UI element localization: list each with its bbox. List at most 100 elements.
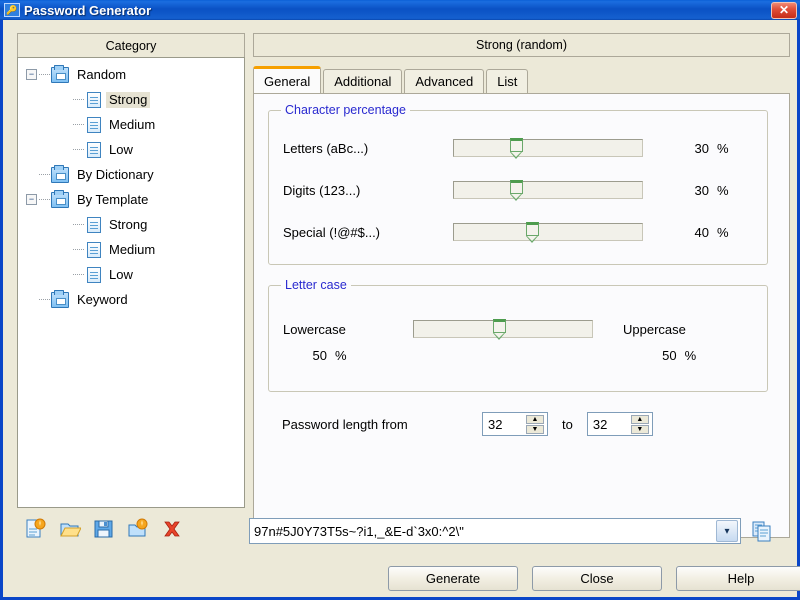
letters-slider-track[interactable] xyxy=(453,139,643,157)
profile-title: Strong (random) xyxy=(253,33,790,57)
tree-connector xyxy=(39,199,51,200)
letter-case-values-row: 50 % 50 % xyxy=(283,348,753,363)
digits-unit: % xyxy=(717,182,729,198)
digits-label: Digits (123...) xyxy=(283,182,361,198)
letter-case-slider[interactable] xyxy=(413,319,593,341)
special-slider-track[interactable] xyxy=(453,223,643,241)
letter-case-title: Letter case xyxy=(281,278,351,292)
to-stepper-up[interactable]: ▲ xyxy=(630,415,649,424)
password-generator-window: 🔑 Password Generator ✕ Category − Random S… xyxy=(0,0,800,600)
category-toolbar xyxy=(25,518,183,540)
uppercase-value: 50 xyxy=(662,348,677,363)
letters-slider[interactable] xyxy=(453,138,643,160)
special-slider[interactable] xyxy=(453,222,643,244)
special-row: Special (!@#$...) 40 % xyxy=(283,222,753,244)
tree-expander-icon[interactable]: − xyxy=(26,69,37,80)
from-stepper-buttons[interactable]: ▲ ▼ xyxy=(526,415,544,434)
generated-password-combobox[interactable]: 97n#5J0Y73T5s~?i1,_&E-d`3x0:^2\" ▾ xyxy=(249,518,741,544)
from-stepper-up[interactable]: ▲ xyxy=(526,415,544,424)
letters-slider-thumb[interactable] xyxy=(510,138,523,160)
delete-icon[interactable] xyxy=(161,518,183,540)
tree-item-label: Medium xyxy=(109,116,156,132)
tree-item-label: Low xyxy=(109,266,133,282)
generate-button[interactable]: Generate xyxy=(388,566,518,591)
settings-tabs[interactable]: General Additional Advanced List xyxy=(253,66,530,93)
folder-icon xyxy=(51,189,69,208)
special-slider-thumb[interactable] xyxy=(526,222,539,244)
tree-item-low[interactable]: Low xyxy=(18,262,244,287)
title-bar: 🔑 Password Generator ✕ xyxy=(0,0,800,20)
tab-general[interactable]: General xyxy=(253,66,322,93)
key-icon: 🔑 xyxy=(4,3,20,17)
lowercase-label: Lowercase xyxy=(283,321,346,337)
document-icon xyxy=(87,266,101,283)
tree-connector xyxy=(39,74,51,75)
tree-item-low[interactable]: Low xyxy=(18,137,244,162)
character-percentage-title: Character percentage xyxy=(281,103,410,117)
tree-item-medium[interactable]: Medium xyxy=(18,112,244,137)
new-folder-icon[interactable] xyxy=(127,518,149,540)
tab-advanced[interactable]: Advanced xyxy=(404,69,485,93)
document-icon xyxy=(87,91,101,108)
letters-value: 30 xyxy=(694,140,709,156)
tree-connector xyxy=(73,149,85,150)
digits-value: 30 xyxy=(694,182,709,198)
tree-item-random[interactable]: − Random xyxy=(18,62,244,87)
new-document-icon[interactable] xyxy=(25,518,47,540)
password-length-from-value: 32 xyxy=(488,416,503,432)
tree-connector xyxy=(39,174,51,175)
tree-item-medium[interactable]: Medium xyxy=(18,237,244,262)
to-stepper-down[interactable]: ▼ xyxy=(630,425,649,434)
window-controls: ✕ xyxy=(771,1,800,19)
digits-slider[interactable] xyxy=(453,180,643,202)
tree-item-strong[interactable]: Strong xyxy=(18,87,244,112)
letter-case-group: Letter case Lowercase Uppercase 50 % 50 xyxy=(268,278,768,392)
close-button[interactable]: Close xyxy=(532,566,662,591)
digits-slider-track[interactable] xyxy=(453,181,643,199)
from-stepper-down[interactable]: ▼ xyxy=(526,425,544,434)
lowercase-value: 50 xyxy=(312,348,327,363)
password-length-to-stepper[interactable]: 32 ▲ ▼ xyxy=(586,412,653,436)
password-length-row: Password length from 32 ▲ ▼ to 32 ▲ ▼ xyxy=(282,412,653,436)
tree-item-label: Strong xyxy=(106,91,151,108)
tab-additional[interactable]: Additional xyxy=(323,69,403,93)
window-title: Password Generator xyxy=(24,2,152,18)
generated-password-value[interactable]: 97n#5J0Y73T5s~?i1,_&E-d`3x0:^2\" xyxy=(250,524,716,539)
tree-item-by-dictionary[interactable]: By Dictionary xyxy=(18,162,244,187)
document-icon xyxy=(87,116,101,133)
general-tab-panel: Character percentage Letters (aBc...) 30… xyxy=(253,93,790,538)
tree-item-label: Random xyxy=(77,66,127,82)
document-icon xyxy=(87,241,101,258)
tree-item-by-template[interactable]: − By Template xyxy=(18,187,244,212)
dialog-buttons: Generate Close Help xyxy=(388,566,800,591)
document-icon xyxy=(87,216,101,233)
tree-connector xyxy=(73,224,85,225)
letters-row: Letters (aBc...) 30 % xyxy=(283,138,753,160)
close-window-button[interactable]: ✕ xyxy=(771,1,797,19)
help-button[interactable]: Help xyxy=(676,566,800,591)
tree-connector xyxy=(73,124,85,125)
tree-connector xyxy=(73,99,85,100)
tree-item-label: Medium xyxy=(109,241,156,257)
letter-case-row: Lowercase Uppercase xyxy=(283,319,753,341)
chevron-down-icon[interactable]: ▾ xyxy=(716,520,738,542)
password-length-label: Password length from xyxy=(282,416,408,432)
folder-icon xyxy=(51,289,69,308)
category-tree[interactable]: − Random Strong Medium Low By Dictionary − By T… xyxy=(17,57,245,508)
tree-item-label: Strong xyxy=(109,216,148,232)
password-length-from-stepper[interactable]: 32 ▲ ▼ xyxy=(482,412,548,436)
copy-icon[interactable] xyxy=(751,520,773,542)
open-folder-icon[interactable] xyxy=(59,518,82,540)
category-panel: Category − Random Strong Medium Low By Dictio… xyxy=(17,33,245,508)
character-percentage-group: Character percentage Letters (aBc...) 30… xyxy=(268,103,768,265)
digits-slider-thumb[interactable] xyxy=(510,180,523,202)
tree-item-label: By Dictionary xyxy=(77,166,154,182)
tree-item-strong[interactable]: Strong xyxy=(18,212,244,237)
letters-unit: % xyxy=(717,140,729,156)
to-stepper-buttons[interactable]: ▲ ▼ xyxy=(630,415,649,434)
save-icon[interactable] xyxy=(93,518,115,540)
tab-list[interactable]: List xyxy=(486,69,529,93)
letter-case-slider-thumb[interactable] xyxy=(493,319,506,341)
tree-item-keyword[interactable]: Keyword xyxy=(18,287,244,312)
tree-expander-icon[interactable]: − xyxy=(26,194,37,205)
